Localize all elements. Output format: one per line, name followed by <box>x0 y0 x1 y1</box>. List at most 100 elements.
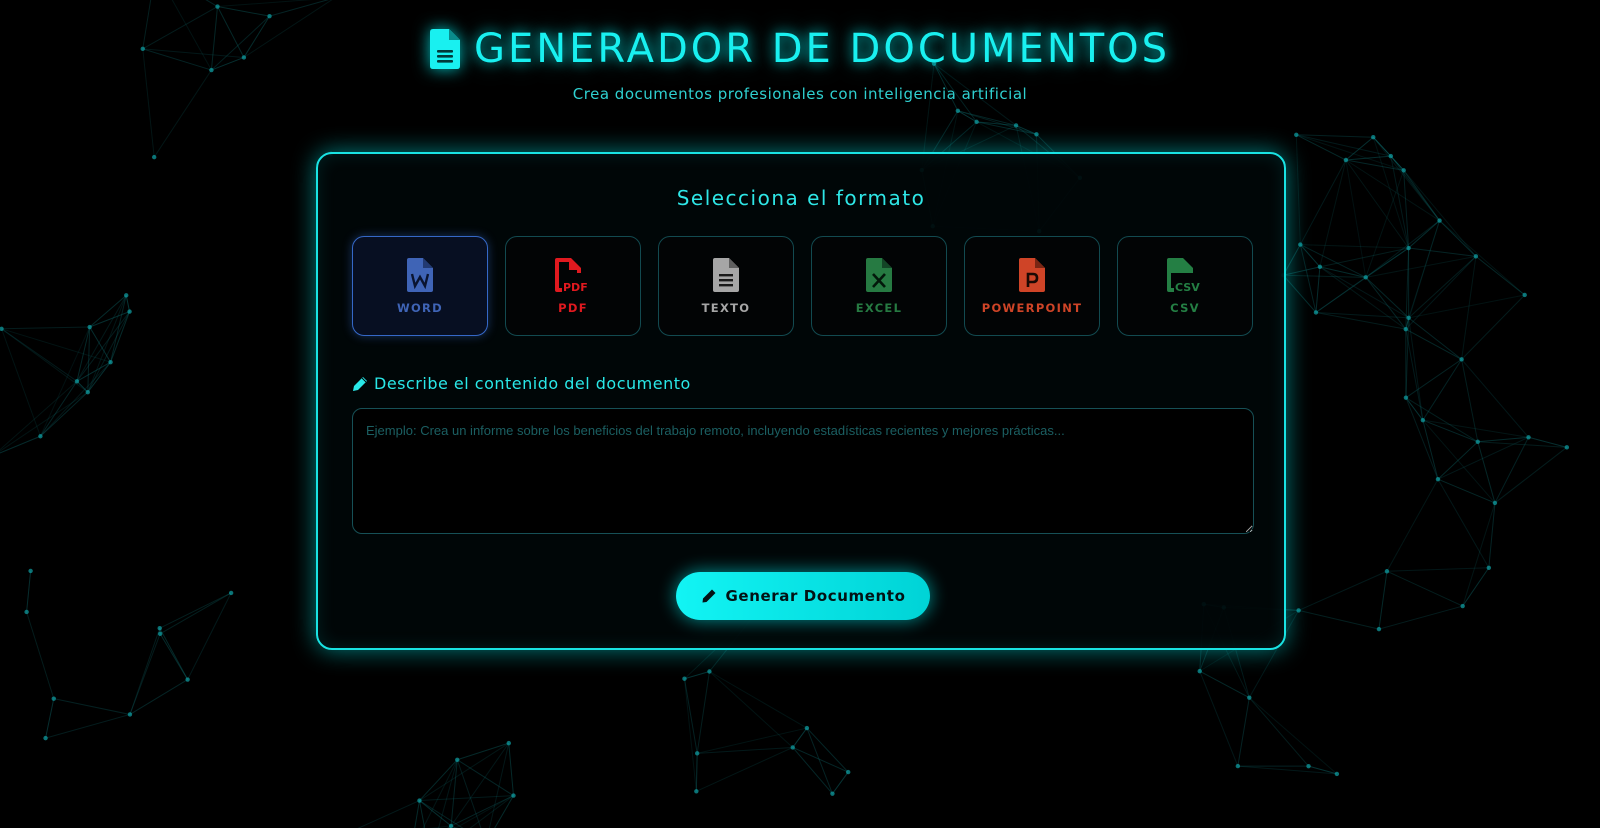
network-node <box>1294 132 1299 137</box>
format-label: CSV <box>1170 300 1200 315</box>
network-node <box>974 119 979 125</box>
network-line <box>1199 670 1250 699</box>
network-node <box>1034 132 1039 137</box>
network-node <box>43 735 48 741</box>
network-line <box>450 795 514 827</box>
network-line <box>414 800 420 828</box>
network-node <box>1371 135 1376 140</box>
network-line <box>1199 670 1239 767</box>
network-line <box>45 713 131 739</box>
network-node <box>228 590 234 596</box>
network-line <box>1296 134 1374 138</box>
network-node <box>127 712 133 717</box>
format-label: POWERPOINT <box>981 300 1083 315</box>
network-line <box>110 311 131 363</box>
format-section-title: Selecciona el formato <box>676 186 926 210</box>
network-line <box>1408 294 1525 319</box>
network-node <box>1420 417 1426 423</box>
description-label: Describe el contenido del documento <box>352 374 691 393</box>
network-node <box>694 789 699 794</box>
network-line <box>1345 159 1367 278</box>
file-text-icon <box>429 29 460 69</box>
network-line <box>1319 159 1347 267</box>
network-line <box>976 121 1037 135</box>
network-node <box>1384 569 1390 574</box>
network-line <box>0 435 41 454</box>
network-node <box>87 324 92 330</box>
network-line <box>1408 317 1462 360</box>
format-label: PDF <box>558 300 588 315</box>
network-line <box>806 727 849 773</box>
network-node <box>185 677 190 682</box>
network-line <box>1319 266 1409 319</box>
network-line <box>1494 437 1529 504</box>
file-csv-icon: CSV <box>1167 257 1200 292</box>
network-line <box>457 742 509 761</box>
network-line <box>1345 159 1440 221</box>
network-node <box>1197 668 1202 674</box>
network-line <box>1296 134 1347 161</box>
generate-button-label: Generar Documento <box>725 587 906 605</box>
network-node <box>124 293 129 298</box>
network-line <box>1437 478 1496 504</box>
network-line <box>87 361 111 393</box>
network-line <box>0 391 89 452</box>
network-line <box>1 326 90 330</box>
format-option-powerpoint[interactable]: POWERPOINT <box>964 236 1100 336</box>
network-node <box>1492 500 1498 506</box>
network-node <box>417 798 422 803</box>
network-node <box>267 13 272 19</box>
network-line <box>1422 419 1478 443</box>
network-node <box>455 757 460 762</box>
network-line <box>1437 436 1529 480</box>
network-line <box>1365 277 1407 330</box>
network-node <box>157 626 162 631</box>
title-text: GENERADOR DE DOCUMENTOS <box>473 26 1171 72</box>
network-line <box>0 380 78 451</box>
network-line <box>1300 244 1366 278</box>
network-line <box>357 800 420 828</box>
network-line <box>1408 247 1476 257</box>
network-line <box>1248 697 1309 767</box>
network-line <box>508 743 514 796</box>
format-option-excel[interactable]: EXCEL <box>811 236 947 336</box>
network-line <box>1296 134 1391 157</box>
network-node <box>707 669 712 674</box>
network-node <box>1473 254 1479 259</box>
network-node <box>157 631 163 637</box>
network-line <box>696 671 710 754</box>
network-line <box>1461 359 1529 438</box>
network-node <box>215 4 220 9</box>
network-node <box>1313 310 1319 315</box>
network-node <box>1406 315 1411 321</box>
network-line <box>1461 294 1526 360</box>
network-node <box>1459 357 1464 362</box>
network-line <box>1405 397 1439 480</box>
network-node <box>108 359 113 365</box>
format-option-pdf[interactable]: PDF PDF <box>505 236 641 336</box>
format-option-word[interactable]: WORD <box>352 236 488 336</box>
network-node <box>28 568 33 574</box>
page-title: GENERADOR DE DOCUMENTOS <box>429 26 1171 72</box>
format-option-csv[interactable]: CSV CSV <box>1117 236 1253 336</box>
pencil-icon <box>702 589 716 603</box>
file-word-icon <box>407 257 433 292</box>
format-option-texto[interactable]: TEXTO <box>658 236 794 336</box>
network-line <box>1237 697 1250 767</box>
page-subtitle: Crea documentos profesionales con inteli… <box>572 85 1028 103</box>
svg-text:PDF: PDF <box>563 281 588 292</box>
file-powerpoint-icon <box>1019 257 1045 292</box>
network-line <box>217 6 270 17</box>
network-node <box>1296 608 1301 613</box>
network-line <box>1386 570 1463 607</box>
generate-document-button[interactable]: Generar Documento <box>676 572 930 620</box>
network-line <box>1345 159 1409 249</box>
network-line <box>1 328 41 437</box>
file-pdf-icon: PDF <box>555 257 588 292</box>
network-node <box>151 154 157 160</box>
format-options: WORD PDF PDF TEXTO EXCEL POWERPOINT CSV … <box>352 236 1253 336</box>
network-line <box>1365 170 1405 278</box>
network-line <box>832 771 849 794</box>
network-node <box>511 793 516 798</box>
description-textarea[interactable] <box>352 408 1254 534</box>
